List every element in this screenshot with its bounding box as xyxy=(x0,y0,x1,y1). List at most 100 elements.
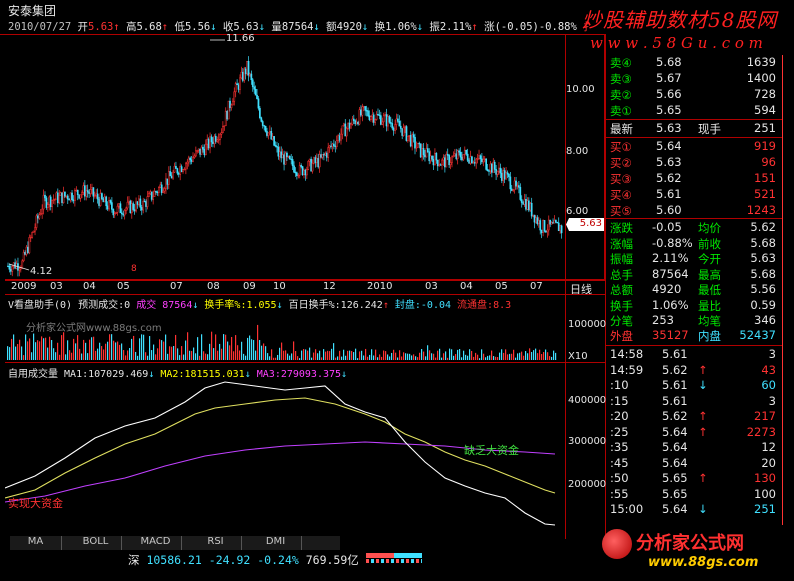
candle-body xyxy=(323,154,325,156)
candle-body xyxy=(536,217,539,224)
volume-bar xyxy=(543,352,545,360)
candle-body xyxy=(411,134,414,147)
volume-bar xyxy=(63,332,65,360)
date-tick: 12 xyxy=(323,281,336,292)
volume-bar xyxy=(209,343,211,360)
volume-bar xyxy=(465,354,467,360)
date-label: 2010/07/27 xyxy=(8,21,72,33)
candle-body xyxy=(193,155,196,158)
stat-label: 总手 xyxy=(610,267,633,282)
candle-body xyxy=(513,180,516,191)
tab-ma[interactable]: MA xyxy=(10,536,62,550)
volume-bar xyxy=(275,357,277,360)
candle-body xyxy=(471,156,473,164)
volume-bar xyxy=(417,357,419,360)
candle-body xyxy=(149,191,152,194)
volume-bar xyxy=(231,336,233,360)
volume-bar xyxy=(427,345,429,360)
candle-body xyxy=(268,131,271,134)
candle-body xyxy=(88,191,90,194)
tick-volume: 251 xyxy=(754,502,776,516)
candle-body xyxy=(342,123,345,127)
candle-body xyxy=(8,265,11,270)
candle-body xyxy=(125,207,127,211)
candle-body xyxy=(378,114,381,116)
tick-arrow: ↑ xyxy=(698,471,708,485)
candle-body xyxy=(324,152,327,156)
vol-panel-divider xyxy=(5,294,605,295)
kline-chart[interactable] xyxy=(5,34,565,280)
buy-price: 5.64 xyxy=(656,139,682,153)
candle-body xyxy=(543,220,546,232)
candle-body xyxy=(264,125,267,132)
volume-bar xyxy=(147,355,149,360)
volume-bar xyxy=(277,354,279,360)
volume-bar xyxy=(193,347,195,360)
volume-bar xyxy=(547,352,549,360)
annotation-big-funds: 实现大资金 xyxy=(8,497,63,510)
candle-body xyxy=(500,172,503,181)
tab-macd[interactable]: MACD xyxy=(130,536,182,550)
volume-bar xyxy=(523,355,525,360)
volume-bar xyxy=(359,351,361,360)
candle-body xyxy=(560,225,563,234)
candle-body xyxy=(542,220,544,233)
candle-body xyxy=(424,154,426,158)
candle-body xyxy=(392,127,395,131)
volume-bar xyxy=(123,350,125,360)
candle-body xyxy=(414,137,416,149)
volume-bars[interactable] xyxy=(5,310,565,360)
index-ticker[interactable]: 深 10586.21 -24.92 -0.24% 769.59亿 xyxy=(128,552,359,568)
tick-list[interactable]: 14:58 5.61 3 14:59 5.62 ↑ 43:10 5.61 ↓ 60:15 5.61 3… xyxy=(606,347,782,527)
candle-body xyxy=(476,158,479,160)
candle-body xyxy=(499,167,502,174)
volume-bar xyxy=(175,334,177,360)
volume-bar xyxy=(207,354,209,360)
tick-volume: 3 xyxy=(768,347,776,361)
volume-bar xyxy=(401,356,403,360)
buy-price: 5.62 xyxy=(656,171,682,185)
candle-body xyxy=(382,115,385,123)
sell-volume: 1639 xyxy=(746,55,776,69)
date-tick: 03 xyxy=(425,281,438,292)
volume-bar xyxy=(161,340,163,360)
volume-bar xyxy=(59,354,61,360)
logo-url: www.88gs.com xyxy=(648,555,759,570)
volume-bar xyxy=(441,357,443,360)
volume-bar xyxy=(299,358,301,360)
candle-body xyxy=(372,114,375,123)
buy-volume: 521 xyxy=(754,187,776,201)
volume-bar xyxy=(235,335,237,360)
tab-boll[interactable]: BOLL xyxy=(70,536,122,550)
volume-bar xyxy=(531,351,533,360)
volume-bar xyxy=(185,340,187,360)
candle-body xyxy=(509,176,512,190)
volume-bar xyxy=(493,356,495,360)
tab-rsi[interactable]: RSI xyxy=(190,536,242,550)
candle-body xyxy=(428,151,431,162)
tick-volume: 20 xyxy=(761,455,776,470)
candle-body xyxy=(397,118,399,122)
candle-body xyxy=(532,214,534,217)
candle-body xyxy=(377,114,379,116)
stat-label-2: 最高 xyxy=(698,267,721,282)
ma-axis-300000: 300000 xyxy=(568,436,607,447)
sell-label: 卖④ xyxy=(610,56,632,70)
candle-body xyxy=(165,178,167,189)
open-label: 开 xyxy=(77,21,89,33)
candle-body xyxy=(108,200,110,210)
tick-row: :35 5.64 12 xyxy=(606,440,782,456)
candle-body xyxy=(237,84,240,90)
volume-bar xyxy=(163,341,165,360)
tick-arrow: ↑ xyxy=(698,409,708,423)
change-label: 涨 xyxy=(484,21,495,33)
outer-label: 外盘 xyxy=(610,329,633,343)
candle-body xyxy=(246,61,248,75)
candle-body xyxy=(314,157,317,163)
indicator-tabs: MA BOLL MACD RSI DMI xyxy=(10,536,340,550)
tab-dmi[interactable]: DMI xyxy=(250,536,302,550)
stat-label: 涨幅 xyxy=(610,236,633,251)
volume-bar xyxy=(333,343,335,360)
candle-body xyxy=(155,191,157,193)
volume-bar xyxy=(289,355,291,360)
